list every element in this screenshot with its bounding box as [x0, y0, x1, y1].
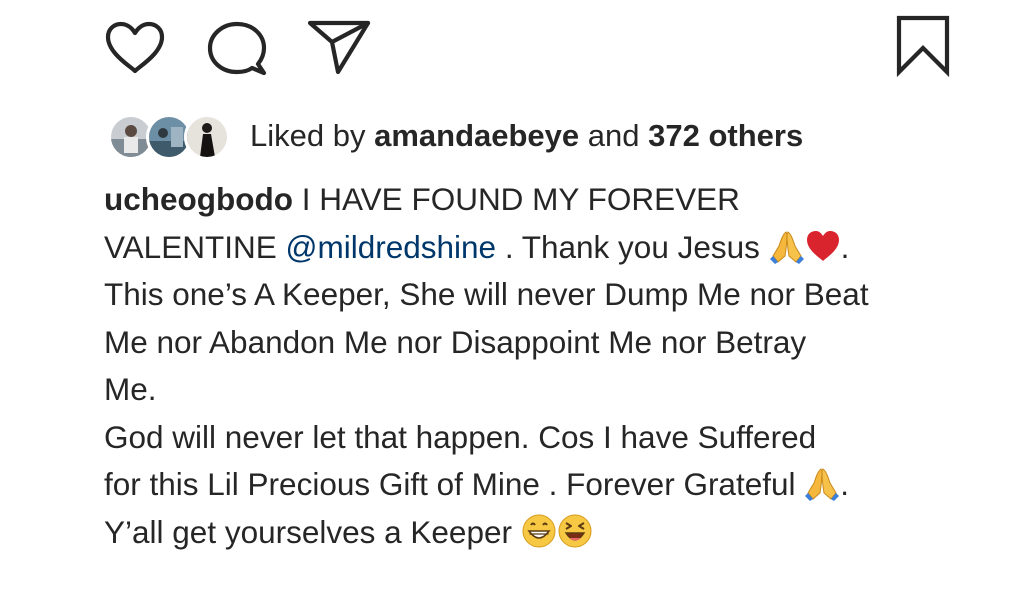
comment-bubble-icon	[207, 21, 267, 76]
grinning-emoji-icon	[521, 513, 557, 549]
caption-line: for this Lil Precious Gift of Mine . For…	[104, 461, 984, 509]
liked-by-text: Liked by amandaebeye and 372 others	[250, 116, 803, 156]
caption-text: . Thank you Jesus	[504, 228, 760, 265]
liker-username[interactable]: amandaebeye	[374, 118, 579, 153]
folded-hands-emoji-icon	[804, 465, 840, 501]
liked-by-prefix: Liked by	[250, 118, 366, 153]
laughing-squint-emoji-icon	[557, 513, 593, 549]
caption-line: Me.	[104, 371, 157, 407]
post-caption: ucheogbodo I HAVE FOUND MY FOREVER VALEN…	[104, 176, 984, 556]
instagram-post-screen: { "actions": { "like_icon": "heart-icon"…	[0, 0, 1032, 604]
liker-avatars[interactable]	[104, 110, 236, 162]
caption-line: ucheogbodo I HAVE FOUND MY FOREVER	[104, 176, 984, 224]
save-button[interactable]	[893, 14, 953, 78]
likes-summary[interactable]: Liked by amandaebeye and 372 others	[104, 108, 803, 164]
caption-text: Y’all get yourselves a Keeper	[104, 513, 512, 550]
liked-by-conjunction: and	[587, 118, 640, 153]
heart-icon	[105, 21, 165, 74]
caption-line: Y’all get yourselves a Keeper	[104, 509, 984, 557]
caption-username[interactable]: ucheogbodo	[104, 181, 293, 217]
caption-text: I HAVE FOUND MY FOREVER	[301, 181, 740, 217]
folded-hands-emoji-icon	[769, 228, 805, 264]
caption-text: VALENTINE	[104, 228, 277, 265]
red-heart-emoji-icon	[805, 228, 841, 264]
caption-text: .	[840, 228, 850, 265]
caption-text: for this Lil Precious Gift of Mine . For…	[104, 466, 796, 502]
bookmark-icon	[896, 15, 950, 78]
caption-line: God will never let that happen. Cos I ha…	[104, 418, 817, 455]
share-button[interactable]	[306, 18, 372, 76]
post-action-bar	[0, 0, 1032, 100]
others-likes-link[interactable]: 372 others	[648, 118, 803, 153]
caption-text: .	[840, 466, 850, 502]
paper-plane-icon	[307, 20, 371, 75]
comment-button[interactable]	[206, 20, 268, 76]
avatar[interactable]	[184, 114, 230, 160]
mention-link[interactable]: @mildredshine	[285, 229, 496, 265]
caption-line: Me nor Abandon Me nor Disappoint Me nor …	[104, 323, 807, 360]
caption-line: VALENTINE @mildredshine . Thank you Jesu…	[104, 224, 984, 272]
like-button[interactable]	[104, 20, 166, 76]
caption-line: This one’s A Keeper, She will never Dump…	[104, 276, 869, 312]
